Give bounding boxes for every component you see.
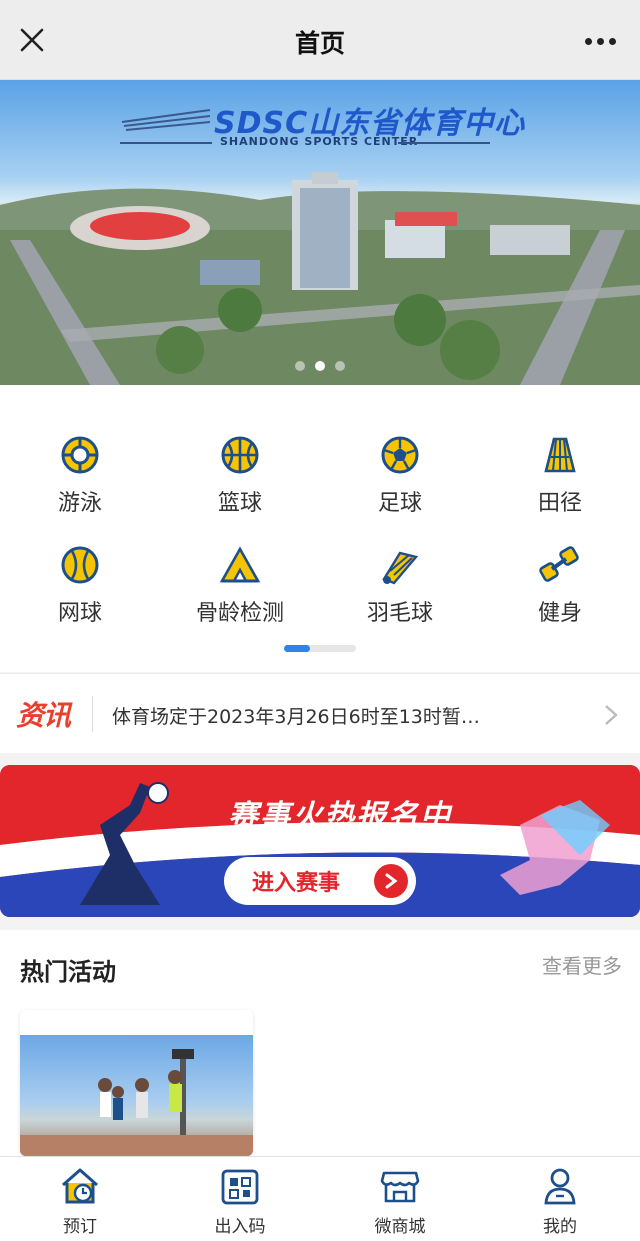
hero-banner[interactable]: SDSC山东省体育中心 SHANDONG SPORTS CENTER	[0, 80, 640, 385]
category-track[interactable]: 田径	[480, 433, 640, 533]
category-pager	[284, 645, 356, 652]
profile-icon	[544, 1168, 576, 1205]
news-text[interactable]: 体育场定于2023年3月26日6时至13时暂…	[112, 702, 572, 729]
banner-logo-subtitle: SHANDONG SPORTS CENTER	[220, 135, 419, 148]
tab-label: 出入码	[214, 1217, 266, 1237]
category-label: 骨龄检测	[195, 601, 284, 626]
tab-profile[interactable]: 我的	[480, 1157, 640, 1241]
category-label: 游泳	[57, 491, 102, 516]
basketball-icon	[221, 436, 259, 474]
qr-code-icon	[221, 1169, 259, 1205]
tent-icon	[219, 546, 261, 583]
category-label: 足球	[377, 491, 422, 516]
logo-line-left	[120, 142, 212, 144]
category-label: 羽毛球	[366, 601, 433, 626]
category-label: 田径	[537, 491, 582, 516]
hot-activities-section: 热门活动 查看更多	[0, 930, 640, 1156]
tab-label: 预订	[63, 1217, 97, 1237]
tab-label: 微商城	[374, 1217, 426, 1237]
category-label: 网球	[57, 601, 102, 626]
app-page: 首页 SDSC山东省体育中心 SHANDONG SPORTS CENTER 游泳…	[0, 0, 640, 1241]
page-title: 首页	[294, 29, 345, 58]
top-bar: 首页	[0, 0, 640, 80]
category-label: 篮球	[217, 491, 262, 516]
category-label: 健身	[537, 601, 582, 626]
chevron-right-icon[interactable]	[604, 704, 618, 726]
tab-mall[interactable]: 微商城	[320, 1157, 480, 1241]
dumbbell-icon	[539, 546, 579, 582]
category-football[interactable]: 足球	[320, 433, 480, 533]
section-title: 热门活动	[20, 958, 116, 986]
tab-booking[interactable]: 预订	[0, 1157, 160, 1241]
event-banner[interactable]: 赛事火热报名中 进入赛事	[0, 765, 640, 917]
news-tag: 资讯	[16, 699, 71, 732]
banner-dot-active[interactable]	[315, 361, 325, 371]
category-swimming[interactable]: 游泳	[0, 433, 160, 533]
category-bone-age[interactable]: 骨龄检测	[160, 543, 320, 643]
enter-event-label: 进入赛事	[252, 871, 341, 896]
tab-entry-code[interactable]: 出入码	[160, 1157, 320, 1241]
category-fitness[interactable]: 健身	[480, 543, 640, 643]
booking-icon	[62, 1168, 98, 1204]
category-grid: 游泳 篮球 足球 田径 网球 骨龄检测 羽毛球 健身	[0, 385, 640, 672]
more-options-icon[interactable]	[580, 26, 620, 56]
tab-label: 我的	[543, 1217, 577, 1237]
category-badminton[interactable]: 羽毛球	[320, 543, 480, 643]
activity-photo	[20, 1035, 253, 1156]
arrow-right-icon	[374, 864, 408, 898]
view-more-link[interactable]: 查看更多	[542, 950, 622, 979]
track-icon	[544, 437, 576, 473]
swimming-icon	[61, 436, 99, 474]
news-divider	[92, 696, 93, 732]
category-basketball[interactable]: 篮球	[160, 433, 320, 533]
logo-line-right	[398, 142, 490, 144]
category-pager-active	[284, 645, 310, 652]
event-title: 赛事火热报名中	[228, 799, 452, 834]
runners-illustration	[20, 1049, 253, 1156]
tennis-icon	[61, 546, 99, 584]
store-icon	[380, 1171, 420, 1203]
football-icon	[381, 436, 419, 474]
badminton-icon	[382, 551, 419, 585]
category-tennis[interactable]: 网球	[0, 543, 160, 643]
banner-pagination	[0, 361, 640, 371]
banner-dot[interactable]	[295, 361, 305, 371]
activity-card[interactable]	[20, 1010, 253, 1156]
bottom-tab-bar: 预订 出入码 微商城 我的	[0, 1156, 640, 1241]
banner-dot[interactable]	[335, 361, 345, 371]
enter-event-button[interactable]: 进入赛事	[224, 857, 416, 905]
news-ticker[interactable]: 资讯 体育场定于2023年3月26日6时至13时暂…	[0, 673, 640, 753]
